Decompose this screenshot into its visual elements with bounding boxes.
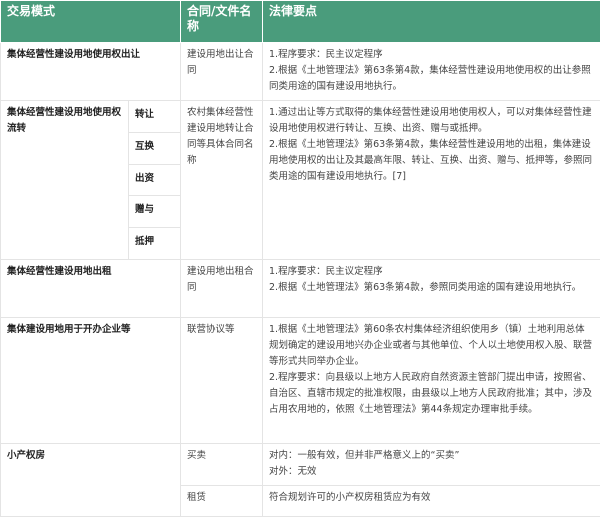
land-transaction-table: 交易模式 合同/文件名称 法律要点 集体经营性建设用地使用权出让 建设用地出让合… <box>0 0 600 517</box>
contract-cell: 联营协议等 <box>180 316 264 445</box>
sub-mode-cell: 转让 <box>127 100 182 133</box>
contract-cell: 建设用地出租合同 <box>180 258 264 318</box>
contract-cell: 租赁 <box>180 485 264 517</box>
header-mode: 交易模式 <box>0 0 182 43</box>
point-text: 1.程序要求：民主议定程序 <box>269 49 383 60</box>
point-text: 对外：无效 <box>269 466 317 478</box>
header-row: 交易模式 合同/文件名称 法律要点 <box>0 0 600 43</box>
point-text: 对内：一般有效，但并非严格意义上的“买卖” <box>269 450 460 462</box>
point-text: 2.根据《土地管理法》第63条第4款，参照同类用途的国有建设用地执行。 <box>269 281 582 293</box>
sub-mode-cell: 出资 <box>127 163 182 197</box>
mode-cell: 集体经营性建设用地使用权流转 <box>0 100 129 260</box>
contract-cell: 农村集体经营性建设用地转让合同等具体合同名称 <box>180 100 264 260</box>
table-row: 小产权房 买卖 对内：一般有效，但并非严格意义上的“买卖” 对外：无效 <box>0 443 600 517</box>
table-row: 集体建设用地用于开办企业等 联营协议等 1.根据《土地管理法》第60条农村集体经… <box>0 316 600 445</box>
table-row: 集体经营性建设用地使用权出让 建设用地出让合同 1.程序要求：民主议定程序 2.… <box>0 41 600 102</box>
mode-cell: 集体建设用地用于开办企业等 <box>0 316 182 445</box>
point-text: 1.根据《土地管理法》第60条农村集体经济组织使用乡（镇）土地利用总体规划确定的… <box>269 323 593 367</box>
point-text: 1.通过出让等方式取得的集体经营性建设用地使用权人，可以对集体经营性建设用地使用… <box>269 107 592 135</box>
sub-mode-cell: 互换 <box>127 131 182 165</box>
points-cell: 符合规划许可的小产权房租赁应为有效 <box>262 485 600 517</box>
point-text: 2.程序要求：向县级以上地方人民政府自然资源主管部门提出申请，按照省、自治区、直… <box>269 371 593 415</box>
point-text: 2.根据《土地管理法》第63条第4款，集体经营性建设用地的出租，集体建设用地使用… <box>269 139 593 183</box>
points-cell: 1.程序要求：民主议定程序 2.根据《土地管理法》第63条第4款，集体经营性建设… <box>262 41 600 102</box>
point-text: 1.程序要求：民主议定程序 <box>269 265 383 277</box>
point-text: 符合规划许可的小产权房租赁应为有效 <box>269 492 431 504</box>
points-cell: 1.通过出让等方式取得的集体经营性建设用地使用权人，可以对集体经营性建设用地使用… <box>262 100 600 260</box>
header-points: 法律要点 <box>262 0 600 43</box>
points-cell: 1.程序要求：民主议定程序 2.根据《土地管理法》第63条第4款，参照同类用途的… <box>262 258 600 318</box>
header-contract: 合同/文件名称 <box>180 0 264 43</box>
sub-mode-cell: 抵押 <box>127 226 182 260</box>
mode-cell: 小产权房 <box>0 443 182 517</box>
table-row: 集体经营性建设用地出租 建设用地出租合同 1.程序要求：民主议定程序 2.根据《… <box>0 258 600 318</box>
sub-mode-cell: 赠与 <box>127 195 182 228</box>
points-cell: 对内：一般有效，但并非严格意义上的“买卖” 对外：无效 <box>262 443 600 487</box>
contract-cell: 建设用地出让合同 <box>180 41 264 102</box>
contract-cell: 买卖 <box>180 443 264 487</box>
mode-cell: 集体经营性建设用地使用权出让 <box>0 41 182 102</box>
table-row: 集体经营性建设用地使用权流转 转让 农村集体经营性建设用地转让合同等具体合同名称… <box>0 100 600 260</box>
mode-cell: 集体经营性建设用地出租 <box>0 258 182 318</box>
points-cell: 1.根据《土地管理法》第60条农村集体经济组织使用乡（镇）土地利用总体规划确定的… <box>262 316 600 445</box>
point-text: 2.根据《土地管理法》第63条第4款，集体经营性建设用地使用权的出让参照同类用途… <box>269 65 591 92</box>
